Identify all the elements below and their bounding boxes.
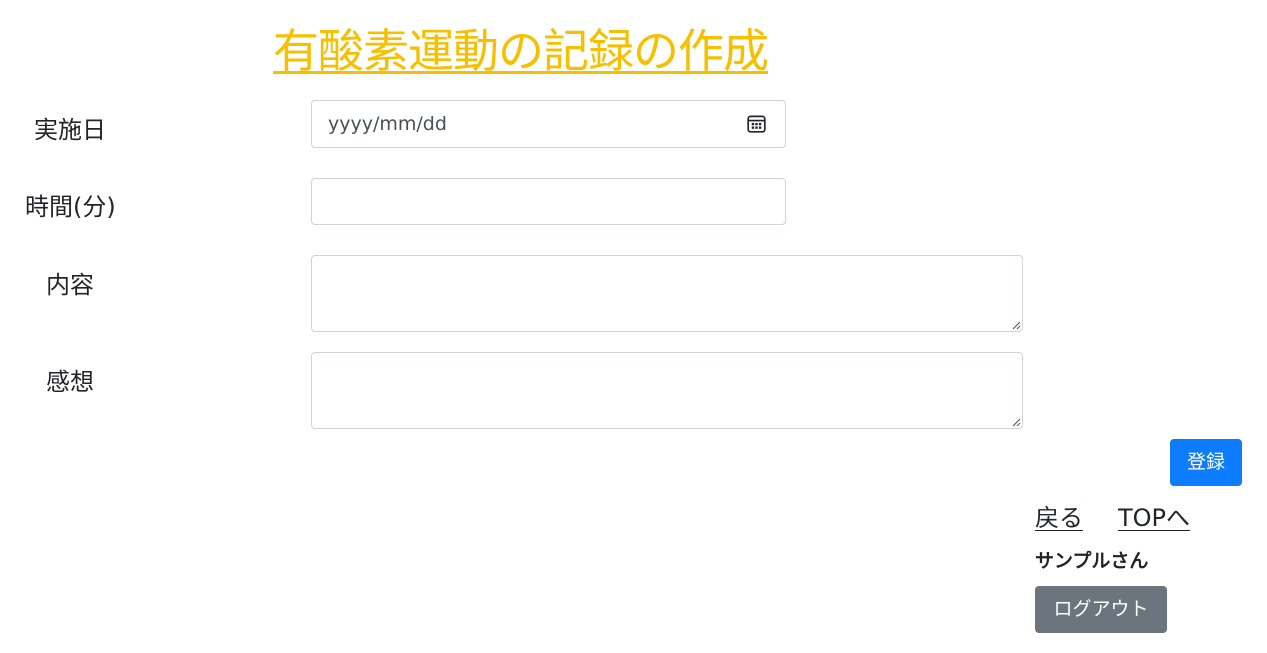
minutes-input[interactable] — [311, 178, 786, 225]
resize-grip-icon[interactable] — [1011, 417, 1021, 427]
impression-textarea[interactable] — [311, 352, 1023, 429]
page-title[interactable]: 有酸素運動の記録の作成 — [273, 18, 769, 84]
content-textarea[interactable] — [311, 255, 1023, 332]
user-name: サンプルさん — [1035, 550, 1149, 572]
content-label: 内容 — [46, 271, 94, 299]
date-placeholder: yyyy/mm/dd — [328, 113, 447, 135]
impression-label: 感想 — [46, 368, 94, 396]
minutes-label: 時間(分) — [25, 193, 116, 221]
submit-button[interactable]: 登録 — [1170, 439, 1242, 486]
logout-button[interactable]: ログアウト — [1035, 586, 1167, 633]
date-input[interactable]: yyyy/mm/dd — [311, 100, 786, 148]
top-link[interactable]: TOPへ — [1118, 501, 1190, 535]
calendar-icon[interactable] — [747, 114, 766, 133]
resize-grip-icon[interactable] — [1011, 320, 1021, 330]
date-label: 実施日 — [34, 116, 106, 144]
page: 有酸素運動の記録の作成 実施日 yyyy/mm/dd 時間(分) 内容 感想 登… — [0, 0, 1267, 653]
back-link[interactable]: 戻る — [1035, 501, 1083, 535]
